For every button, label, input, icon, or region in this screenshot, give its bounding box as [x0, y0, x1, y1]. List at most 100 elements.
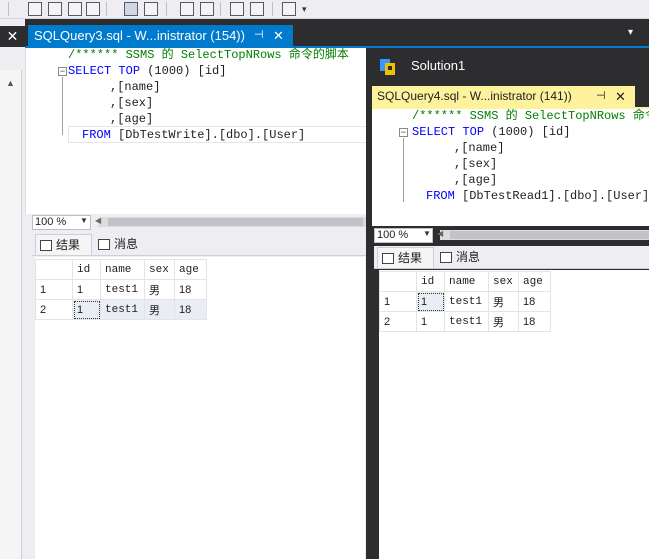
left-tab-close-button[interactable]: ✕	[0, 26, 25, 47]
check-icon[interactable]	[48, 2, 62, 16]
row-number[interactable]: 2	[35, 299, 73, 320]
chevron-down-icon[interactable]: ▼	[80, 216, 88, 225]
cell-id[interactable]: 1	[416, 311, 445, 332]
column-header[interactable]: sex	[144, 259, 175, 280]
toolbar-separator	[220, 2, 221, 16]
cell-sex[interactable]: 男	[144, 299, 175, 320]
cell-id[interactable]: 1	[72, 279, 101, 300]
cell-id[interactable]: 1	[72, 299, 101, 320]
tab-label: 消息	[456, 250, 481, 264]
tab-sqlquery4[interactable]: SQLQuery4.sql - W...inistrator (141)) ⊣ …	[372, 86, 635, 107]
increase-indent-icon[interactable]	[250, 2, 264, 16]
cell-sex[interactable]: 男	[488, 291, 519, 312]
pin-icon[interactable]: ⊣	[596, 86, 606, 107]
column-header[interactable]: sex	[488, 271, 519, 292]
list-icon[interactable]	[28, 2, 42, 16]
chevron-down-icon[interactable]: ▼	[423, 229, 431, 238]
toolbar: ▾	[0, 0, 649, 19]
code-line: SELECT TOP (1000) [id]	[68, 63, 226, 79]
cell-id[interactable]: 1	[416, 291, 445, 312]
cell-age[interactable]: 18	[518, 291, 551, 312]
cell-name[interactable]: test1	[100, 279, 145, 300]
tab-label: SQLQuery4.sql - W...inistrator (141))	[377, 89, 572, 103]
tab-messages[interactable]: 消息	[436, 247, 488, 268]
code-field: ,[sex]	[110, 96, 154, 110]
grid-results-icon[interactable]	[124, 2, 138, 16]
code-field: ,[name]	[454, 141, 505, 155]
keyword: SELECT	[68, 64, 112, 78]
results-grid: id name sex age 1 1 test1 男 18 2 1 test1…	[379, 270, 649, 559]
cell-name[interactable]: test1	[444, 311, 489, 332]
tab-overflow-icon[interactable]: ▾	[628, 27, 633, 38]
code-number: (1000)	[491, 125, 535, 139]
cell-name[interactable]: test1	[444, 291, 489, 312]
file-results-icon[interactable]	[144, 2, 158, 16]
table-row[interactable]: 2 1 test1 男 18	[379, 311, 551, 332]
column-header[interactable]: id	[72, 259, 101, 280]
pin-icon[interactable]: ⊣	[254, 25, 264, 46]
results-grid: id name sex age 1 1 test1 男 18 2 1 test1…	[35, 257, 365, 559]
code-field: [id]	[197, 64, 227, 78]
tab-messages[interactable]: 消息	[94, 234, 156, 255]
code-field: [id]	[541, 125, 571, 139]
comment-icon[interactable]	[180, 2, 194, 16]
chevron-down-icon[interactable]: ▼	[638, 548, 647, 558]
template-icon[interactable]	[282, 2, 296, 16]
cell-sex[interactable]: 男	[488, 311, 519, 332]
close-icon[interactable]: ✕	[615, 86, 626, 107]
column-header[interactable]: name	[444, 271, 489, 292]
table-row[interactable]: 1 1 test1 男 18	[379, 291, 551, 312]
row-number[interactable]: 2	[379, 311, 417, 332]
code-number: (1000)	[147, 64, 191, 78]
column-header[interactable]: id	[416, 271, 445, 292]
scroll-up-icon[interactable]: ▲	[6, 78, 16, 88]
tab-results[interactable]: 结果	[35, 234, 92, 255]
tab-label: 消息	[114, 237, 139, 251]
corner-cell[interactable]	[379, 271, 417, 292]
keyword: TOP	[462, 125, 485, 139]
fold-guide	[403, 138, 404, 202]
tab-sqlquery3[interactable]: SQLQuery3.sql - W...inistrator (154)) ⊣ …	[28, 25, 293, 46]
row-number[interactable]: 1	[379, 291, 417, 312]
tab-results[interactable]: 结果	[377, 247, 434, 268]
toolbar-overflow-icon[interactable]: ▾	[302, 4, 307, 15]
code-field: ,[name]	[110, 80, 161, 94]
tab-label: SQLQuery3.sql - W...inistrator (154))	[34, 28, 245, 43]
keyword: FROM	[426, 189, 455, 203]
column-header[interactable]: age	[518, 271, 551, 292]
cell-name[interactable]: test1	[100, 299, 145, 320]
cell-sex[interactable]: 男	[144, 279, 175, 300]
query-icon[interactable]	[68, 2, 82, 16]
corner-cell[interactable]	[35, 259, 73, 280]
scrollbar-thumb[interactable]	[450, 231, 649, 239]
toolbar-separator	[106, 2, 107, 16]
uncomment-icon[interactable]	[200, 2, 214, 16]
fold-guide	[62, 77, 63, 135]
table-row[interactable]: 1 1 test1 男 18	[35, 279, 207, 300]
code-line: SELECT TOP (1000) [id]	[412, 124, 570, 140]
cell-age[interactable]: 18	[174, 299, 207, 320]
table-row[interactable]: 2 1 test1 男 18	[35, 299, 207, 320]
grid-icon	[382, 253, 394, 264]
decrease-indent-icon[interactable]	[230, 2, 244, 16]
messages-icon	[98, 239, 110, 250]
collapse-icon[interactable]: −	[58, 67, 67, 76]
results-tabs: 结果 消息	[374, 246, 649, 269]
table-icon[interactable]	[86, 2, 100, 16]
cell-age[interactable]: 18	[518, 311, 551, 332]
code-comment: /****** SSMS 的 SelectTopNRows 命令的脚本	[68, 48, 349, 62]
code-field: ,[age]	[110, 112, 154, 126]
code-comment: /****** SSMS 的 SelectTopNRows 命令	[412, 109, 649, 123]
scroll-left-icon[interactable]: ◀	[437, 229, 443, 238]
messages-icon	[440, 252, 452, 263]
row-number[interactable]: 1	[35, 279, 73, 300]
collapse-icon[interactable]: −	[399, 128, 408, 137]
cell-age[interactable]: 18	[174, 279, 207, 300]
close-icon[interactable]: ✕	[273, 25, 284, 46]
results-tabs: 结果 消息	[32, 233, 370, 256]
scroll-left-icon[interactable]: ◀	[95, 216, 101, 225]
column-header[interactable]: name	[100, 259, 145, 280]
scrollbar-thumb[interactable]	[108, 218, 363, 226]
grid-icon	[40, 240, 52, 251]
column-header[interactable]: age	[174, 259, 207, 280]
